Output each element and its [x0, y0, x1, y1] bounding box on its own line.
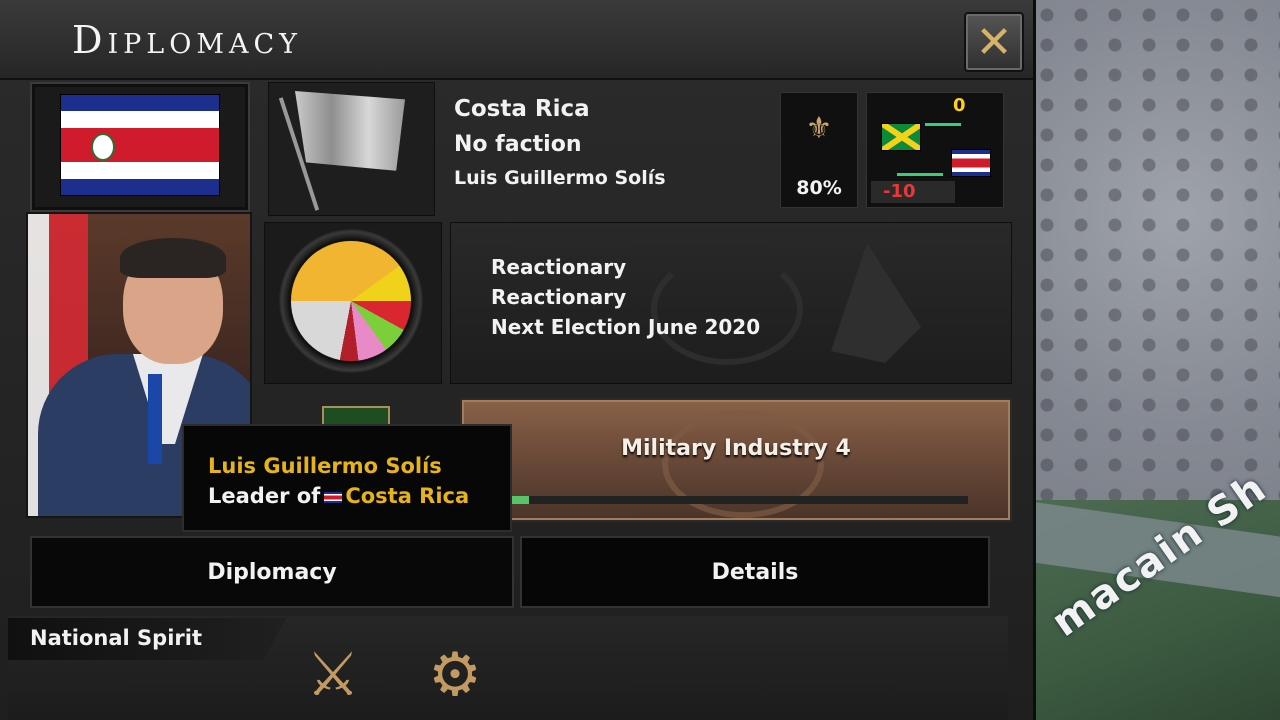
relation-arrow-icon — [925, 123, 961, 126]
next-election: Next Election June 2020 — [491, 315, 761, 339]
faction-label: No faction — [454, 132, 582, 157]
leader-name: Luis Guillermo Solís — [454, 167, 666, 189]
relation-arrow-return-icon — [897, 173, 943, 176]
country-flag-frame — [30, 82, 250, 212]
national-spirit-title: National Spirit — [30, 626, 202, 650]
stability-indicator[interactable]: ⚜ 80% — [780, 92, 858, 208]
relation-value-top: 0 — [953, 95, 966, 116]
worker-gear-icon[interactable]: ⚙ — [410, 630, 500, 720]
country-info: Costa Rica No faction Luis Guillermo Sol… — [454, 96, 666, 189]
relations-indicator[interactable]: 0 -10 — [866, 92, 1004, 208]
costa-rica-mini-flag-icon — [324, 491, 343, 503]
relation-value-bottom: -10 — [871, 181, 955, 203]
tooltip-leader-name: Luis Guillermo Solís — [208, 454, 442, 478]
title-bar: Diplomacy ✕ — [0, 0, 1033, 80]
close-icon: ✕ — [975, 16, 1013, 68]
costa-rica-flag-icon — [951, 149, 991, 177]
tooltip-country: Costa Rica — [345, 484, 470, 508]
tooltip-leader-of: Leader of Costa Rica — [208, 484, 469, 508]
swords-shield-icon[interactable]: ⚔ — [288, 630, 378, 720]
party-popularity-pie — [291, 241, 411, 361]
jamaica-flag-icon — [881, 123, 921, 151]
politics-panel: Reactionary Reactionary Next Election Ju… — [450, 222, 1012, 384]
research-progress-track — [506, 496, 968, 504]
party-popularity[interactable] — [264, 222, 442, 384]
faction-flag[interactable] — [268, 82, 435, 216]
country-name: Costa Rica — [454, 96, 590, 122]
world-map[interactable]: macain Sh — [1030, 0, 1280, 720]
leader-tooltip: Luis Guillermo Solís Leader of Costa Rica — [182, 424, 512, 532]
flag-emblem — [91, 133, 115, 161]
white-flag-icon — [295, 91, 405, 171]
research-label: Military Industry 4 — [621, 436, 851, 461]
close-button[interactable]: ✕ — [964, 12, 1024, 72]
tab-diplomacy[interactable]: Diplomacy — [30, 536, 514, 608]
research-ornament — [288, 396, 424, 428]
diplomacy-panel: Diplomacy ✕ Costa Rica No faction Luis G… — [0, 0, 1036, 720]
portrait-sash — [148, 374, 162, 464]
current-research[interactable]: Military Industry 4 — [460, 398, 1012, 522]
tooltip-prefix: Leader of — [208, 484, 321, 508]
portrait-hair — [120, 238, 226, 278]
panel-title: Diplomacy — [72, 18, 302, 62]
costa-rica-flag — [60, 94, 220, 196]
stability-value: 80% — [796, 177, 842, 199]
background-flag-ornament — [831, 243, 921, 363]
ruling-party: Reactionary — [491, 255, 627, 279]
government-ideology: Reactionary — [491, 285, 627, 309]
stability-icon: ⚜ — [805, 111, 833, 146]
tab-details[interactable]: Details — [520, 536, 990, 608]
